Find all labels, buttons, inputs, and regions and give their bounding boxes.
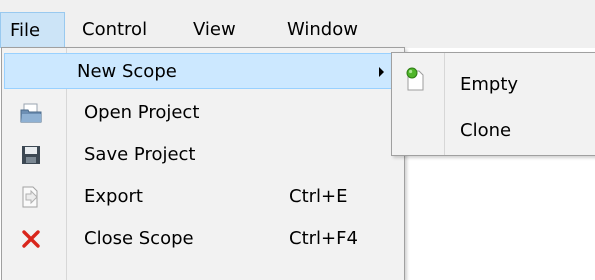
menu-item-open-project[interactable]: Open Project <box>4 95 402 131</box>
menu-item-export[interactable]: Export Ctrl+E <box>4 179 402 215</box>
file-menu: New Scope Open Project Save Project Expo… <box>1 47 405 280</box>
menu-item-label: Clone <box>460 120 512 141</box>
submenu-item-clone[interactable]: Clone <box>394 113 595 149</box>
menu-item-save-project[interactable]: Save Project <box>4 137 402 173</box>
red-x-icon <box>16 221 46 257</box>
folder-open-icon <box>16 95 46 131</box>
new-scope-submenu: Empty Clone <box>391 52 595 156</box>
new-document-icon <box>400 61 430 97</box>
menu-item-label: Close Scope <box>84 228 194 249</box>
menu-control[interactable]: Control <box>82 12 147 48</box>
menu-bar: File Control View Window <box>0 0 595 48</box>
submenu-item-empty[interactable]: Empty <box>394 67 595 103</box>
submenu-arrow-icon <box>379 67 384 77</box>
menu-item-label: Save Project <box>84 144 196 165</box>
menu-view[interactable]: View <box>193 12 236 48</box>
menu-file[interactable]: File <box>0 12 65 48</box>
menu-window[interactable]: Window <box>287 12 358 48</box>
menu-item-label: Empty <box>460 74 519 95</box>
floppy-disk-icon <box>16 137 46 173</box>
menu-item-label: Export <box>84 186 143 207</box>
menu-item-shortcut: Ctrl+E <box>289 186 348 207</box>
menu-item-shortcut: Ctrl+F4 <box>289 228 358 249</box>
menu-item-close-scope[interactable]: Close Scope Ctrl+F4 <box>4 221 402 257</box>
menu-item-new-scope[interactable]: New Scope <box>4 53 402 89</box>
menu-item-label: Open Project <box>84 102 200 123</box>
menu-item-label: New Scope <box>77 61 177 82</box>
export-document-icon <box>16 179 46 215</box>
